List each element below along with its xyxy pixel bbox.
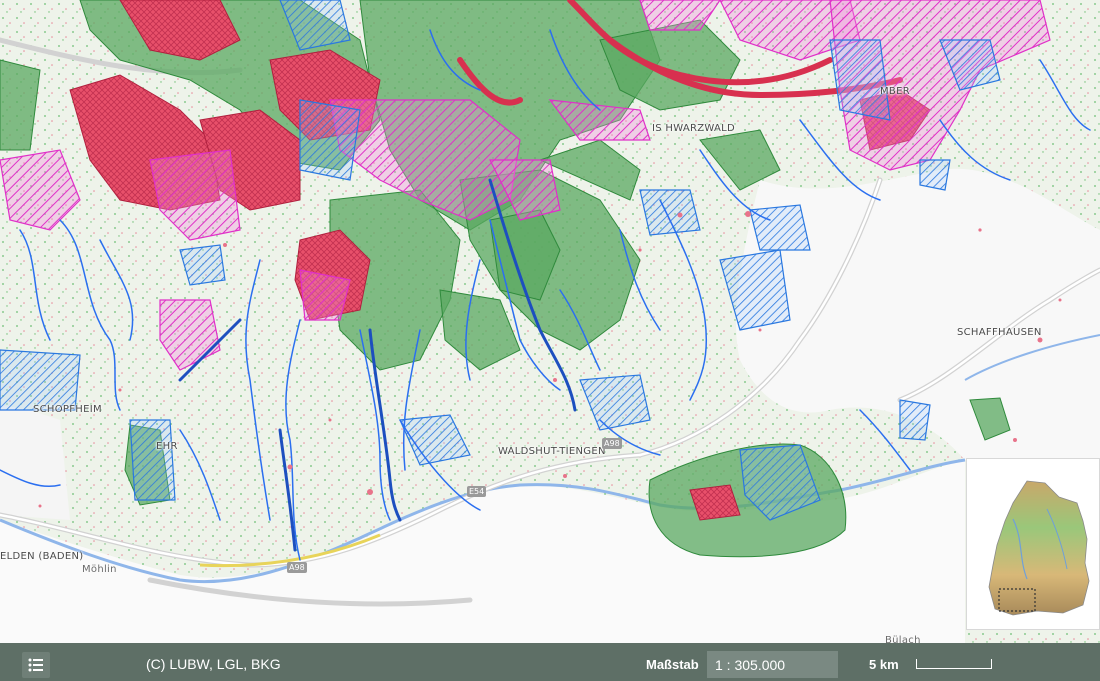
scale-distance-label: 5 km: [869, 657, 899, 672]
map-status-bar: (C) LUBW, LGL, BKG Maßstab 5 km: [0, 643, 1100, 681]
road-shield-a98-west: A98: [287, 562, 307, 573]
scale-input[interactable]: [707, 651, 838, 678]
map-viewer[interactable]: MBER IS HWARZWALD SCHAFFHAUSEN SCHOPFHEI…: [0, 0, 1100, 681]
place-label-schaffhausen: SCHAFFHAUSEN: [957, 327, 1042, 338]
place-label-schopfheim: SCHOPFHEIM: [33, 404, 102, 415]
place-label-wehr: EHR: [156, 441, 178, 452]
scale-label: Maßstab: [646, 657, 699, 672]
copyright-text: (C) LUBW, LGL, BKG: [146, 656, 281, 672]
road-shield-a98: A98: [602, 438, 622, 449]
overview-map-baden-wuerttemberg-icon: [988, 480, 1090, 616]
place-label-waldshut-tiengen: WALDSHUT-TIENGEN: [498, 446, 606, 457]
legend-list-icon: [28, 658, 43, 672]
place-label-rheinfelden: ELDEN (BADEN): [0, 551, 84, 562]
scale-bar: [916, 659, 992, 669]
legend-button[interactable]: [22, 652, 50, 678]
overview-map[interactable]: [966, 458, 1100, 630]
road-shield-e54: E54: [467, 486, 487, 497]
map-canvas[interactable]: [0, 0, 1100, 681]
place-label-mohlin: Möhlin: [82, 564, 117, 575]
place-label-schwarzwald: IS HWARZWALD: [652, 123, 736, 134]
place-label-amber: MBER: [880, 86, 910, 97]
